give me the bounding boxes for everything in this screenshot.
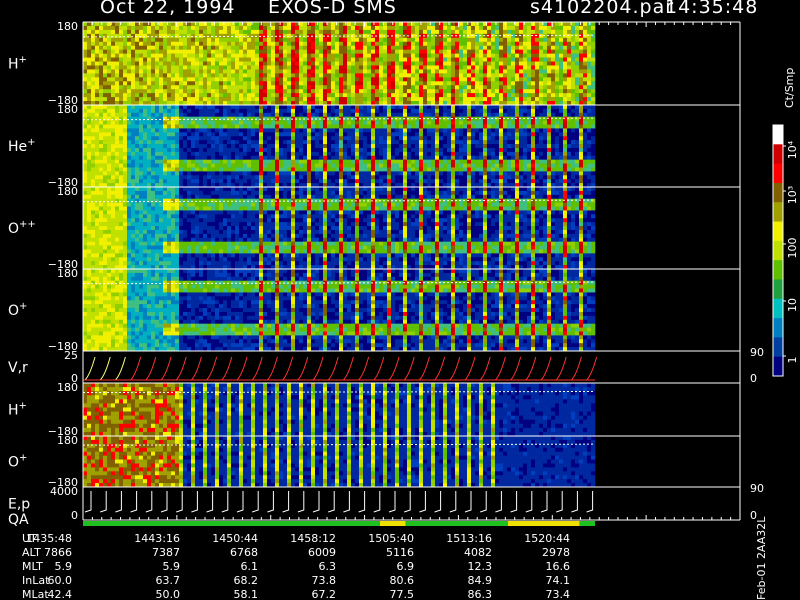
qa-bar-segment [579, 521, 595, 526]
panel-label-5: H+ [8, 401, 27, 419]
y-tick-max-0: 180 [57, 20, 78, 33]
footer-value: 6.9 [397, 560, 415, 573]
footer-value: 80.6 [390, 574, 415, 587]
colorbar-segment [773, 260, 783, 280]
footer-value: 12.3 [468, 560, 493, 573]
heatmap-panel-6 [83, 436, 596, 488]
footer-value: 1450:44 [212, 532, 258, 545]
colorbar-tick-label: 10 [786, 298, 799, 312]
footer-value: 2978 [542, 546, 570, 559]
plot-title-time: 14:35:48 [665, 0, 759, 18]
footer-value: 5.9 [55, 560, 73, 573]
footer-row-label-alt: ALT [22, 546, 41, 559]
footer-row-label-mlt: MLT [22, 560, 43, 573]
plot-title-date: Oct 22, 1994 [100, 0, 236, 18]
panel-label-0: H+ [8, 55, 27, 73]
footer-stamp: Feb-01 2AA32L [755, 516, 768, 600]
footer-value: 1520:44 [524, 532, 570, 545]
footer-value: 7866 [44, 546, 72, 559]
colorbar-segment [773, 240, 783, 261]
heatmap-panel-2 [83, 187, 596, 270]
footer-row-label-mlat: MLat [22, 588, 49, 600]
footer-value: 1505:40 [368, 532, 414, 545]
footer-value: 1435:48 [26, 532, 72, 545]
panel-label-7: E,p [8, 497, 30, 513]
heatmap-panel-1 [83, 105, 596, 188]
energy-sawtooth [84, 491, 594, 513]
colorbar-segment [773, 221, 783, 242]
y-tick-max-3: 180 [57, 267, 78, 280]
y-tick-max-4: 25 [64, 349, 78, 362]
colorbar-segment [773, 356, 783, 377]
y-tick-max-5: 180 [57, 381, 78, 394]
footer-value: 5116 [386, 546, 414, 559]
colorbar-tick-label: 10⁴ [786, 140, 799, 159]
footer-value: 1458:12 [290, 532, 336, 545]
colorbar-tick-label: 10³ [786, 186, 799, 204]
spectrogram-canvas: H+180−180He+180−180O++180−180O+180−180V,… [8, 20, 799, 600]
footer-value: 84.9 [468, 574, 493, 587]
heatmap-panel-5 [83, 383, 596, 437]
footer-row-label-inlat: InLat [22, 574, 50, 587]
footer-value: 73.8 [312, 574, 337, 587]
plot-title-instrument: EXOS-D SMS [268, 0, 397, 18]
velocity-sawtooth [84, 356, 598, 381]
y-tick-max-2: 180 [57, 185, 78, 198]
colorbar-tick-label: 100 [786, 238, 799, 259]
footer-value: 77.5 [390, 588, 415, 600]
y-right-tick-min-4: 0 [750, 372, 757, 385]
panel-label-2: O++ [8, 219, 36, 237]
panel-label-6: O+ [8, 453, 27, 471]
footer-value: 7387 [152, 546, 180, 559]
y-tick-max-1: 180 [57, 103, 78, 116]
y-tick-max-6: 180 [57, 434, 78, 447]
panel-label-3: O+ [8, 301, 27, 319]
colorbar-segment [773, 298, 783, 319]
footer-value: 58.1 [234, 588, 259, 600]
colorbar-segment [773, 202, 783, 223]
panel-label-4: V,r [8, 360, 28, 376]
footer-value: 4082 [464, 546, 492, 559]
y-tick-max-7: 4000 [50, 485, 78, 498]
footer-value: 6.1 [241, 560, 259, 573]
colorbar-segment [773, 279, 783, 300]
colorbar-segment [773, 144, 783, 165]
footer-value: 6768 [230, 546, 258, 559]
footer-value: 74.1 [546, 574, 571, 587]
footer-value: 6009 [308, 546, 336, 559]
colorbar-segment [773, 163, 783, 184]
footer-value: 68.2 [234, 574, 259, 587]
footer-value: 1443:16 [134, 532, 180, 545]
qa-bar-segment [379, 521, 406, 526]
panel-label-1: He+ [8, 137, 36, 155]
colorbar-segment [773, 182, 783, 203]
colorbar-segment [773, 337, 783, 358]
y-right-tick-max-7: 90 [750, 482, 764, 495]
heatmap-panel-3 [83, 269, 596, 352]
footer-value: 86.3 [468, 588, 493, 600]
qa-bar-segment [507, 521, 580, 526]
plot-title-file: s4102204.par [530, 0, 675, 18]
footer-value: 60.0 [48, 574, 73, 587]
panel-extra-label-7: QA [8, 512, 29, 528]
colorbar-tick-label: 1 [786, 357, 799, 364]
footer-value: 5.9 [163, 560, 181, 573]
qa-bar-segment [405, 521, 508, 526]
footer-value: 50.0 [156, 588, 181, 600]
qa-bar-segment [83, 521, 380, 526]
y-tick-min-7: 0 [71, 509, 78, 522]
footer-value: 6.3 [319, 560, 337, 573]
colorbar-unit: Ct/Smp [783, 67, 796, 108]
y-right-tick-max-4: 90 [750, 346, 764, 359]
footer-value: 16.6 [546, 560, 571, 573]
footer-value: 1513:16 [446, 532, 492, 545]
footer-value: 42.4 [48, 588, 73, 600]
heatmap-panel-0 [83, 22, 596, 106]
colorbar-segment [773, 318, 783, 338]
footer-value: 73.4 [546, 588, 571, 600]
footer-value: 67.2 [312, 588, 337, 600]
colorbar-segment [773, 125, 783, 145]
footer-value: 63.7 [156, 574, 181, 587]
